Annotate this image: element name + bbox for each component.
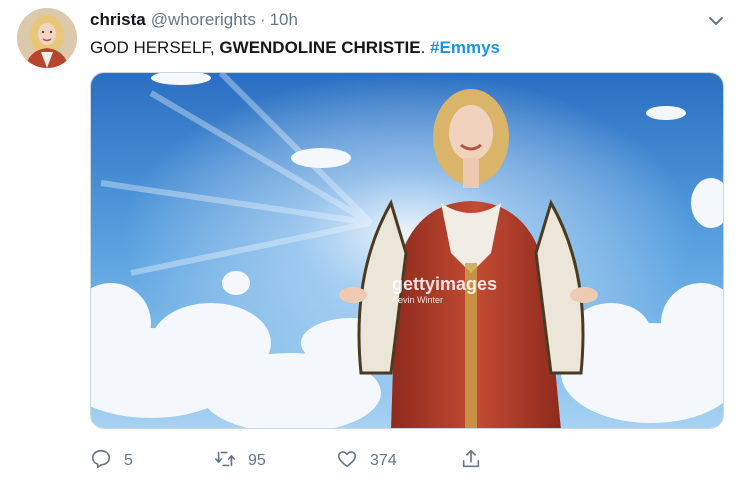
tweet-header: christa @whorerights · 10h [90, 9, 298, 31]
retweet-count: 95 [248, 452, 266, 469]
like-button[interactable]: 374 [336, 448, 397, 474]
reply-count: 5 [124, 452, 133, 469]
hashtag-link[interactable]: #Emmys [430, 38, 500, 57]
separator-dot: · [259, 10, 266, 29]
like-count: 374 [370, 452, 397, 469]
retweet-button[interactable]: 95 [214, 448, 266, 474]
reply-button[interactable]: 5 [90, 448, 133, 474]
retweet-icon [214, 448, 236, 475]
tweet: christa @whorerights · 10h GOD HERSELF, … [0, 0, 737, 479]
tweet-text-mid: . [420, 38, 431, 57]
share-button[interactable] [460, 448, 482, 474]
avatar[interactable] [17, 8, 77, 68]
photo-credit: Kevin Winter [392, 295, 444, 305]
tweet-text-prefix: GOD HERSELF, [90, 38, 220, 57]
user-handle[interactable]: @whorerights [151, 10, 256, 30]
tweet-actions: 5 95 374 [90, 448, 510, 474]
getty-watermark: gettyimages [392, 274, 498, 294]
display-name[interactable]: christa [90, 10, 146, 30]
tweet-media-image[interactable] [90, 72, 724, 429]
reply-icon [90, 448, 112, 475]
chevron-down-icon[interactable] [707, 12, 725, 30]
timestamp[interactable]: 10h [270, 10, 298, 30]
tweet-text: GOD HERSELF, GWENDOLINE CHRISTIE. #Emmys [90, 37, 500, 59]
heart-icon [336, 448, 358, 475]
tweet-text-bold: GWENDOLINE CHRISTIE [219, 38, 421, 57]
share-icon [460, 448, 482, 475]
